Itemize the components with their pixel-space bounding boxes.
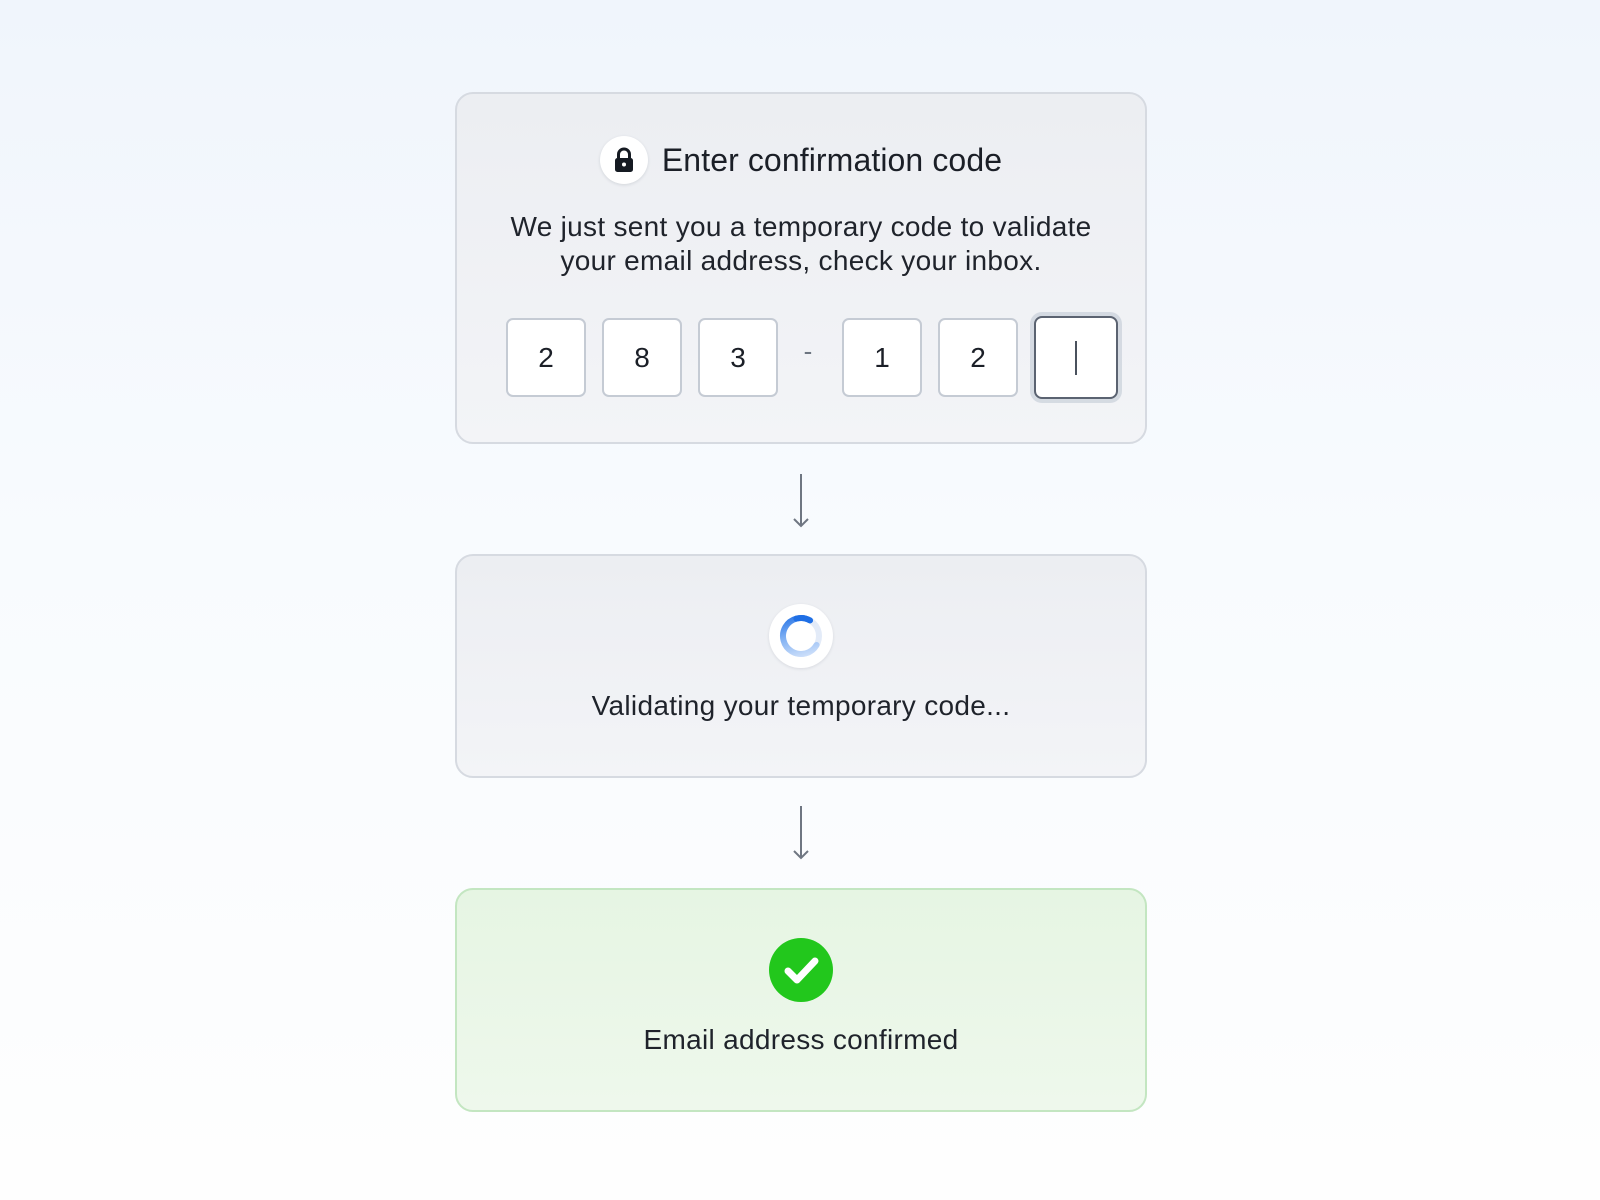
arrow-down-icon: [793, 806, 809, 860]
instructions-text: We just sent you a temporary code to val…: [510, 211, 1092, 276]
flow-connector-2: [455, 778, 1147, 888]
code-digit-4[interactable]: 1: [842, 318, 922, 397]
lock-icon: [599, 136, 648, 184]
card-header: Enter confirmation code: [457, 136, 1145, 184]
flow-connector-1: [455, 444, 1147, 554]
text-caret: [1075, 340, 1077, 375]
code-digit-5[interactable]: 2: [938, 318, 1018, 397]
code-digit-1[interactable]: 2: [506, 318, 586, 397]
confirmed-status-text: Email address confirmed: [643, 1024, 959, 1055]
code-digit-2[interactable]: 8: [602, 318, 682, 397]
enter-code-card: Enter confirmation code We just sent you…: [455, 92, 1147, 444]
validating-card: Validating your temporary code...: [455, 554, 1147, 778]
code-separator: -: [803, 336, 813, 366]
code-digit-3[interactable]: 3: [698, 318, 778, 397]
code-input-group: 2 8 3 - 1 2: [506, 316, 1118, 399]
arrow-down-icon: [793, 474, 809, 528]
check-circle-icon: [769, 938, 833, 1002]
page-title: Enter confirmation code: [661, 141, 1003, 178]
confirmed-card: Email address confirmed: [455, 888, 1147, 1112]
validating-status-text: Validating your temporary code...: [591, 690, 1011, 721]
code-digit-6[interactable]: [1034, 316, 1118, 399]
spinner-icon: [769, 604, 833, 668]
confirmation-flow: Enter confirmation code We just sent you…: [455, 92, 1147, 1112]
